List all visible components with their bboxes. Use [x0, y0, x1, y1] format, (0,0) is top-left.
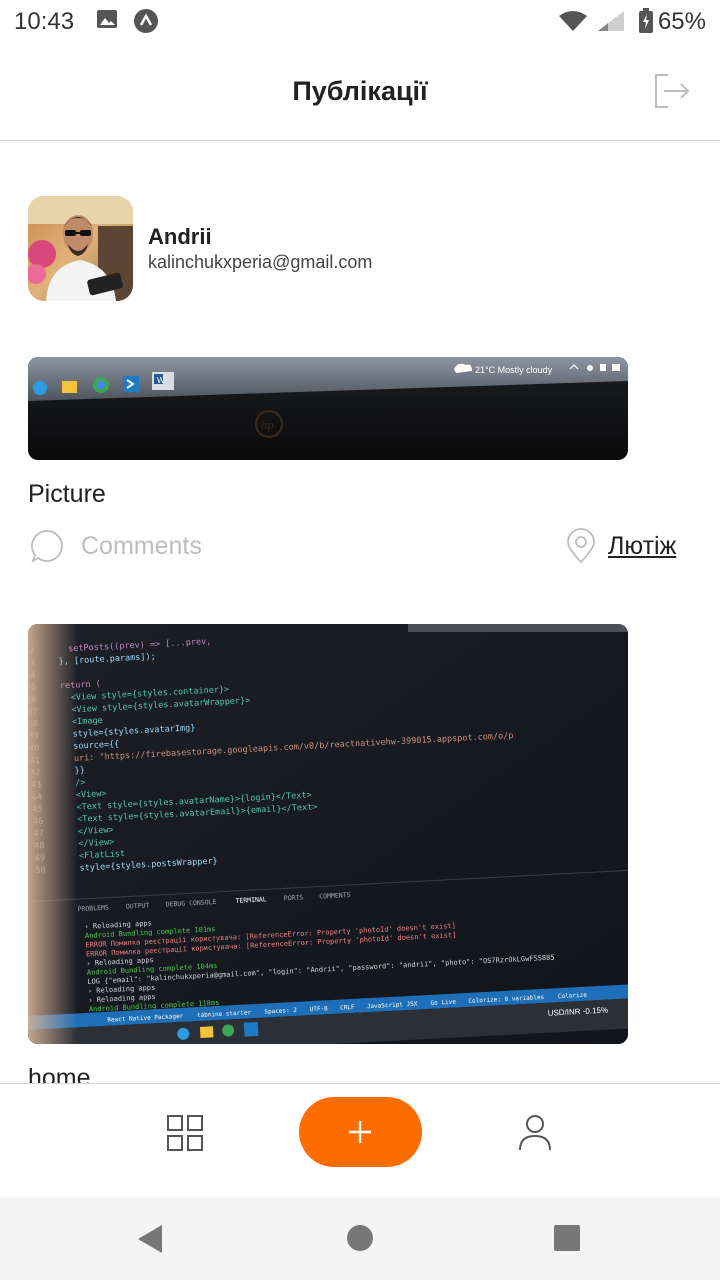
- home-icon[interactable]: [347, 1225, 373, 1251]
- status-bar: 10:43 65%: [0, 0, 720, 44]
- terminal-tab: TERMINAL: [235, 895, 267, 905]
- battery-percent: 65%: [657, 8, 706, 35]
- back-icon[interactable]: [136, 1223, 164, 1255]
- header: Публікації: [0, 44, 720, 141]
- create-post-button[interactable]: [299, 1097, 422, 1167]
- page-title: Публікації: [292, 76, 428, 106]
- status-time: 10:43: [14, 8, 75, 35]
- status-bar-item: Go Live: [430, 999, 456, 1007]
- post-image[interactable]: 32333435363738394041424344454647484950 s…: [28, 624, 628, 1044]
- status-bar-item: CRLF: [340, 1004, 355, 1012]
- user-name: Andrii: [148, 224, 212, 249]
- battery-icon: [639, 8, 653, 33]
- terminal-tab: OUTPUT: [126, 901, 150, 910]
- logout-icon[interactable]: [652, 71, 692, 111]
- user-icon[interactable]: [517, 1114, 553, 1152]
- terminal-tab: COMMENTS: [319, 891, 351, 901]
- comment-icon: [31, 530, 63, 564]
- grid-icon[interactable]: [166, 1114, 204, 1152]
- post-image[interactable]: W 21°C Mostly cloudy hp: [28, 357, 628, 460]
- terminal-tab: PROBLEMS: [77, 904, 109, 914]
- location-label: Лютіж: [608, 532, 677, 560]
- post-title: Picture: [28, 480, 106, 508]
- terminal-tab: PORTS: [284, 893, 304, 902]
- signal-icon: [598, 11, 624, 31]
- status-bar-item: UTF-8: [309, 1005, 328, 1013]
- taskbar-weather: 21°C Mostly cloudy: [475, 365, 553, 375]
- user-email: kalinchukxperia@gmail.com: [148, 252, 373, 272]
- svg-text:hp: hp: [261, 417, 275, 432]
- avatar: [28, 196, 133, 301]
- app-notification-icon: [134, 9, 158, 33]
- svg-text:W: W: [157, 376, 165, 385]
- wifi-icon: [559, 11, 587, 31]
- comments-label: Comments: [81, 532, 202, 560]
- map-pin-icon: [567, 528, 595, 564]
- image-icon: [97, 10, 117, 28]
- plus-icon: [349, 1121, 371, 1143]
- system-nav-bar: [0, 1197, 720, 1280]
- bottom-tab-bar: [0, 1083, 720, 1197]
- recents-icon[interactable]: [554, 1225, 580, 1251]
